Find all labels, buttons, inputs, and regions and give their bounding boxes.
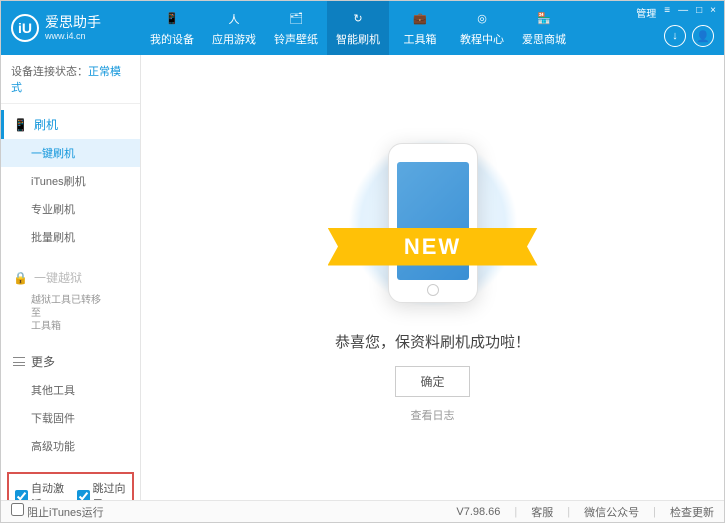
sidebar: 设备连接状态：正常模式 📱刷机 一键刷机 iTunes刷机 专业刷机 批量刷机 … xyxy=(1,55,141,500)
support-link[interactable]: 客服 xyxy=(531,504,553,520)
skip-guide-checkbox[interactable]: 跳过向导 xyxy=(77,480,127,500)
nav-store[interactable]: 🏪爱思商城 xyxy=(513,1,575,55)
brand-url: www.i4.cn xyxy=(45,31,101,41)
auto-activate-checkbox[interactable]: 自动激活 xyxy=(15,480,65,500)
logo-icon: iU xyxy=(11,14,39,42)
minimize-button[interactable]: — xyxy=(678,5,688,20)
sidebar-flash-header[interactable]: 📱刷机 xyxy=(1,110,140,139)
connection-status: 设备连接状态：正常模式 xyxy=(1,55,140,104)
nav-flash[interactable]: ↻智能刷机 xyxy=(327,1,389,55)
sidebar-item-oneclick[interactable]: 一键刷机 xyxy=(1,139,140,167)
folder-icon: 🗂 xyxy=(287,10,305,28)
confirm-button[interactable]: 确定 xyxy=(395,366,469,397)
app-header: iU 爱思助手 www.i4.cn 📱我的设备 人应用游戏 🗂铃声壁纸 ↻智能刷… xyxy=(1,1,724,55)
header-actions: ↓ 👤 xyxy=(664,25,714,47)
brand-name: 爱思助手 xyxy=(45,15,101,30)
update-link[interactable]: 检查更新 xyxy=(670,504,714,520)
success-message: 恭喜您，保资料刷机成功啦！ xyxy=(335,331,530,352)
hamburger-icon xyxy=(13,357,25,366)
apps-icon: 人 xyxy=(225,10,243,28)
options-box: 自动激活 跳过向导 xyxy=(7,472,134,500)
menu-icon[interactable]: ≡ xyxy=(664,5,670,20)
lock-icon: 🔒 xyxy=(13,271,28,285)
phone-icon: 📱 xyxy=(13,118,28,132)
sidebar-item-advanced[interactable]: 高级功能 xyxy=(1,432,140,460)
block-itunes-checkbox[interactable]: 阻止iTunes运行 xyxy=(11,503,104,520)
sidebar-item-batch[interactable]: 批量刷机 xyxy=(1,223,140,251)
nav-apps[interactable]: 人应用游戏 xyxy=(203,1,265,55)
content-area: NEW 恭喜您，保资料刷机成功啦！ 确定 查看日志 xyxy=(141,55,724,500)
nav-my-device[interactable]: 📱我的设备 xyxy=(141,1,203,55)
logo: iU 爱思助手 www.i4.cn xyxy=(1,14,141,42)
sidebar-item-itunes[interactable]: iTunes刷机 xyxy=(1,167,140,195)
refresh-icon: ↻ xyxy=(349,10,367,28)
close-button[interactable]: × xyxy=(710,5,716,20)
nav-ringtones[interactable]: 🗂铃声壁纸 xyxy=(265,1,327,55)
maximize-button[interactable]: □ xyxy=(696,5,702,20)
version-label: V7.98.66 xyxy=(456,506,500,518)
user-button[interactable]: 👤 xyxy=(692,25,714,47)
phone-icon: 📱 xyxy=(163,10,181,28)
store-icon: 🏪 xyxy=(535,10,553,28)
manage-button[interactable]: 管理 xyxy=(636,5,656,20)
success-illustration: NEW xyxy=(343,133,523,313)
view-log-link[interactable]: 查看日志 xyxy=(411,407,455,423)
sidebar-item-pro[interactable]: 专业刷机 xyxy=(1,195,140,223)
target-icon: ◎ xyxy=(473,10,491,28)
jailbreak-note: 越狱工具已转移至 工具箱 xyxy=(1,292,140,335)
nav-toolbox[interactable]: 💼工具箱 xyxy=(389,1,451,55)
briefcase-icon: 💼 xyxy=(411,10,429,28)
sidebar-item-other[interactable]: 其他工具 xyxy=(1,376,140,404)
sidebar-item-download[interactable]: 下载固件 xyxy=(1,404,140,432)
footer: 阻止iTunes运行 V7.98.66 | 客服 | 微信公众号 | 检查更新 xyxy=(1,500,724,522)
window-controls: 管理 ≡ — □ × xyxy=(636,5,716,20)
download-button[interactable]: ↓ xyxy=(664,25,686,47)
main-area: 设备连接状态：正常模式 📱刷机 一键刷机 iTunes刷机 专业刷机 批量刷机 … xyxy=(1,55,724,500)
sidebar-jailbreak-header[interactable]: 🔒一键越狱 xyxy=(1,263,140,292)
wechat-link[interactable]: 微信公众号 xyxy=(584,504,639,520)
sidebar-more-header[interactable]: 更多 xyxy=(1,347,140,376)
new-badge: NEW xyxy=(328,228,538,266)
nav-tutorials[interactable]: ◎教程中心 xyxy=(451,1,513,55)
